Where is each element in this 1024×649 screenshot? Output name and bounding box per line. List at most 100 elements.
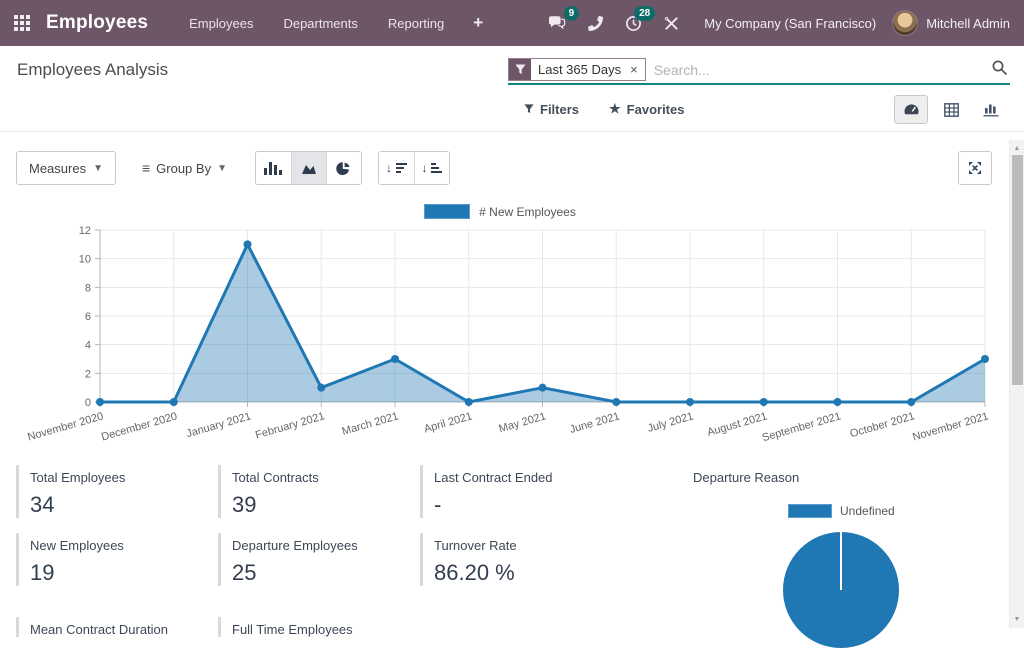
kpi-turnover-rate[interactable]: Turnover Rate 86.20 % <box>420 533 660 586</box>
favorites-button[interactable]: ★ Favorites <box>609 101 684 117</box>
user-menu[interactable]: Mitchell Admin <box>926 16 1010 31</box>
facet-remove-icon[interactable]: × <box>628 59 645 80</box>
pie-legend-label: Undefined <box>840 504 895 518</box>
sort-desc-icon: ↓ <box>386 162 407 174</box>
sort-asc-button[interactable]: ↓ <box>414 152 449 184</box>
svg-text:September 2021: September 2021 <box>761 410 843 444</box>
chat-icon <box>548 15 566 31</box>
app-title: Employees <box>46 12 148 34</box>
activities-button[interactable]: 28 <box>614 15 653 32</box>
graph-toolbar: Measures▼ ≡ Group By ▼ ↓ <box>16 151 992 185</box>
vertical-scrollbar[interactable]: ▲ ▼ <box>1009 140 1024 628</box>
kpi-total-contracts[interactable]: Total Contracts 39 <box>218 465 410 518</box>
apps-menu-icon[interactable] <box>14 15 30 31</box>
group-by-button[interactable]: ≡ Group By ▼ <box>142 160 227 176</box>
chevron-down-icon: ▼ <box>217 163 227 174</box>
bar-chart-icon <box>983 102 999 117</box>
kpi-new-employees[interactable]: New Employees 19 <box>16 533 208 586</box>
activities-badge: 28 <box>634 6 655 21</box>
pie-chart-mode-button[interactable] <box>326 152 361 184</box>
filter-funnel-icon <box>509 59 531 80</box>
chevron-down-icon: ▼ <box>93 163 103 174</box>
phone-icon <box>588 16 603 31</box>
svg-text:April 2021: April 2021 <box>423 410 474 435</box>
menu-departments[interactable]: Departments <box>268 2 372 45</box>
page-title: Employees Analysis <box>17 60 168 80</box>
table-icon <box>944 103 959 117</box>
departure-pie-chart[interactable] <box>782 531 900 649</box>
svg-text:November 2021: November 2021 <box>911 410 990 443</box>
svg-text:May 2021: May 2021 <box>498 410 548 435</box>
departure-reason-title: Departure Reason <box>693 470 799 485</box>
facet-label: Last 365 Days <box>531 59 628 80</box>
svg-text:August 2021: August 2021 <box>706 410 769 439</box>
svg-text:December 2020: December 2020 <box>100 410 179 443</box>
menu-employees[interactable]: Employees <box>174 2 268 45</box>
chart-legend: # New Employees <box>0 204 1000 219</box>
chart-type-group <box>255 151 362 185</box>
pie-chart-icon <box>336 161 351 176</box>
filter-bar: Filters ★ Favorites <box>524 101 684 117</box>
svg-text:10: 10 <box>79 254 91 266</box>
svg-text:March 2021: March 2021 <box>341 410 400 438</box>
svg-text:6: 6 <box>85 311 91 323</box>
view-dashboard-button[interactable] <box>894 95 928 124</box>
scroll-up-icon[interactable]: ▲ <box>1010 145 1024 152</box>
hamburger-icon: ≡ <box>142 160 150 176</box>
legend-swatch[interactable] <box>424 204 470 219</box>
svg-text:8: 8 <box>85 282 91 294</box>
sort-desc-button[interactable]: ↓ <box>379 152 414 184</box>
bar-chart-mode-button[interactable] <box>256 152 291 184</box>
view-pivot-button[interactable] <box>934 95 968 124</box>
svg-text:February 2021: February 2021 <box>254 410 326 441</box>
company-switcher[interactable]: My Company (San Francisco) <box>690 16 892 31</box>
area-chart-icon <box>301 161 317 175</box>
svg-text:October 2021: October 2021 <box>849 410 916 440</box>
expand-icon <box>968 161 982 175</box>
search-input[interactable] <box>652 61 985 79</box>
view-switcher <box>894 95 1008 124</box>
line-chart[interactable]: 0 2 4 6 8 10 12 November 2020December 2020Janua… <box>0 222 1000 462</box>
svg-text:July 2021: July 2021 <box>646 410 695 435</box>
tools-button[interactable] <box>653 16 690 31</box>
kpi-departure-employees[interactable]: Departure Employees 25 <box>218 533 410 586</box>
scrollbar-thumb[interactable] <box>1012 155 1023 385</box>
bar-chart-icon <box>264 162 282 175</box>
view-graph-button[interactable] <box>974 95 1008 124</box>
svg-text:12: 12 <box>79 225 91 237</box>
pie-legend-swatch[interactable] <box>788 504 832 518</box>
top-navbar: Employees Employees Departments Reportin… <box>0 0 1024 46</box>
messages-button[interactable]: 9 <box>537 15 577 31</box>
measures-button[interactable]: Measures▼ <box>16 151 116 185</box>
phone-button[interactable] <box>577 16 614 31</box>
user-avatar[interactable] <box>892 10 918 36</box>
filters-icon <box>524 104 534 114</box>
menu-reporting[interactable]: Reporting <box>373 2 459 45</box>
kpi-full-time-employees[interactable]: Full Time Employees <box>218 617 410 637</box>
svg-text:4: 4 <box>85 340 91 352</box>
svg-text:November 2020: November 2020 <box>26 410 105 443</box>
kpi-mean-contract-duration[interactable]: Mean Contract Duration <box>16 617 208 637</box>
kpi-total-employees[interactable]: Total Employees 34 <box>16 465 208 518</box>
svg-text:January 2021: January 2021 <box>185 410 252 440</box>
main-menu: Employees Departments Reporting + <box>174 2 497 45</box>
sort-group: ↓ ↓ <box>378 151 450 185</box>
search-icon[interactable] <box>985 59 1010 81</box>
search-facet[interactable]: Last 365 Days × <box>508 58 646 81</box>
tachometer-icon <box>903 102 920 118</box>
navbar-right: 9 28 My Company (San Francisco) Mitchell… <box>537 10 1010 36</box>
line-chart-mode-button[interactable] <box>291 152 326 184</box>
star-icon: ★ <box>609 101 621 117</box>
svg-text:0: 0 <box>85 397 91 409</box>
expand-button[interactable] <box>958 151 992 185</box>
tools-icon <box>664 16 679 31</box>
sort-asc-icon: ↓ <box>421 162 442 174</box>
plus-icon[interactable]: + <box>459 13 497 33</box>
search-bar[interactable]: Last 365 Days × <box>508 56 1010 85</box>
svg-text:2: 2 <box>85 368 91 380</box>
svg-text:June 2021: June 2021 <box>568 410 621 436</box>
scroll-down-icon[interactable]: ▼ <box>1010 616 1024 623</box>
kpi-last-contract-ended[interactable]: Last Contract Ended - <box>420 465 660 518</box>
filters-button[interactable]: Filters <box>524 101 579 117</box>
pie-legend: Undefined <box>788 504 895 518</box>
